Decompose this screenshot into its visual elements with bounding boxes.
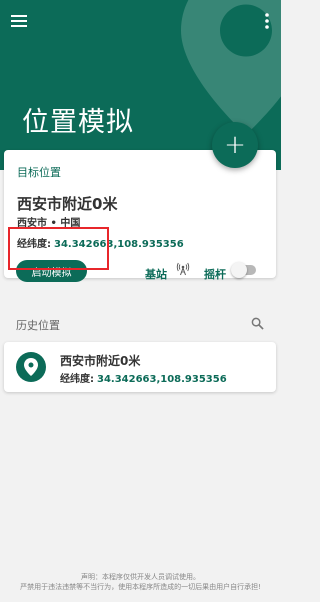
base-station-label[interactable]: 基站 — [145, 266, 167, 282]
disclaimer-line-1: 声明：本程序仅供开发人员调试使用。 — [81, 573, 200, 581]
more-vert-icon[interactable] — [262, 11, 272, 31]
page-title: 位置模拟 — [22, 107, 134, 138]
hamburger-menu-icon[interactable] — [9, 11, 29, 31]
joystick-label: 摇杆 — [204, 268, 226, 281]
target-region: 西安市 • 中国 — [17, 218, 81, 229]
target-coords: 经纬度: 34.342663,108.935356 — [17, 235, 184, 250]
disclaimer-footer: 声明：本程序仅供开发人员调试使用。 严禁用于违法违禁等不当行为，使用本程序所造成… — [0, 572, 281, 592]
search-icon[interactable] — [251, 317, 264, 330]
coords-value: 34.342663,108.935356 — [54, 239, 184, 250]
plus-icon: + — [224, 130, 246, 160]
target-place-name: 西安市附近0米 — [17, 195, 118, 213]
joystick-toggle[interactable] — [231, 262, 256, 278]
toggle-knob — [231, 262, 247, 278]
disclaimer-line-2: 严禁用于违法违禁等不当行为，使用本程序所造成的一切后果由用户自行承担! — [20, 583, 261, 591]
target-location-card: 目标位置 西安市附近0米 西安市 • 中国 经纬度: 34.342663,108.… — [4, 150, 276, 282]
history-coords: 经纬度: 34.342663,108.935356 — [60, 370, 227, 385]
history-place-name: 西安市附近0米 — [60, 354, 141, 368]
antenna-icon[interactable] — [176, 262, 190, 276]
history-coords-value: 34.342663,108.935356 — [97, 374, 227, 385]
coords-label: 经纬度: — [17, 239, 51, 250]
location-pin-icon — [16, 352, 46, 382]
target-location-label: 目标位置 — [17, 166, 61, 179]
history-header: 历史位置 — [16, 319, 60, 332]
history-coords-label: 经纬度: — [60, 374, 94, 385]
history-list-item[interactable]: 西安市附近0米 经纬度: 34.342663,108.935356 — [4, 342, 276, 392]
start-simulation-button[interactable]: 启动模拟 — [16, 260, 87, 282]
add-location-fab[interactable]: + — [212, 122, 258, 168]
